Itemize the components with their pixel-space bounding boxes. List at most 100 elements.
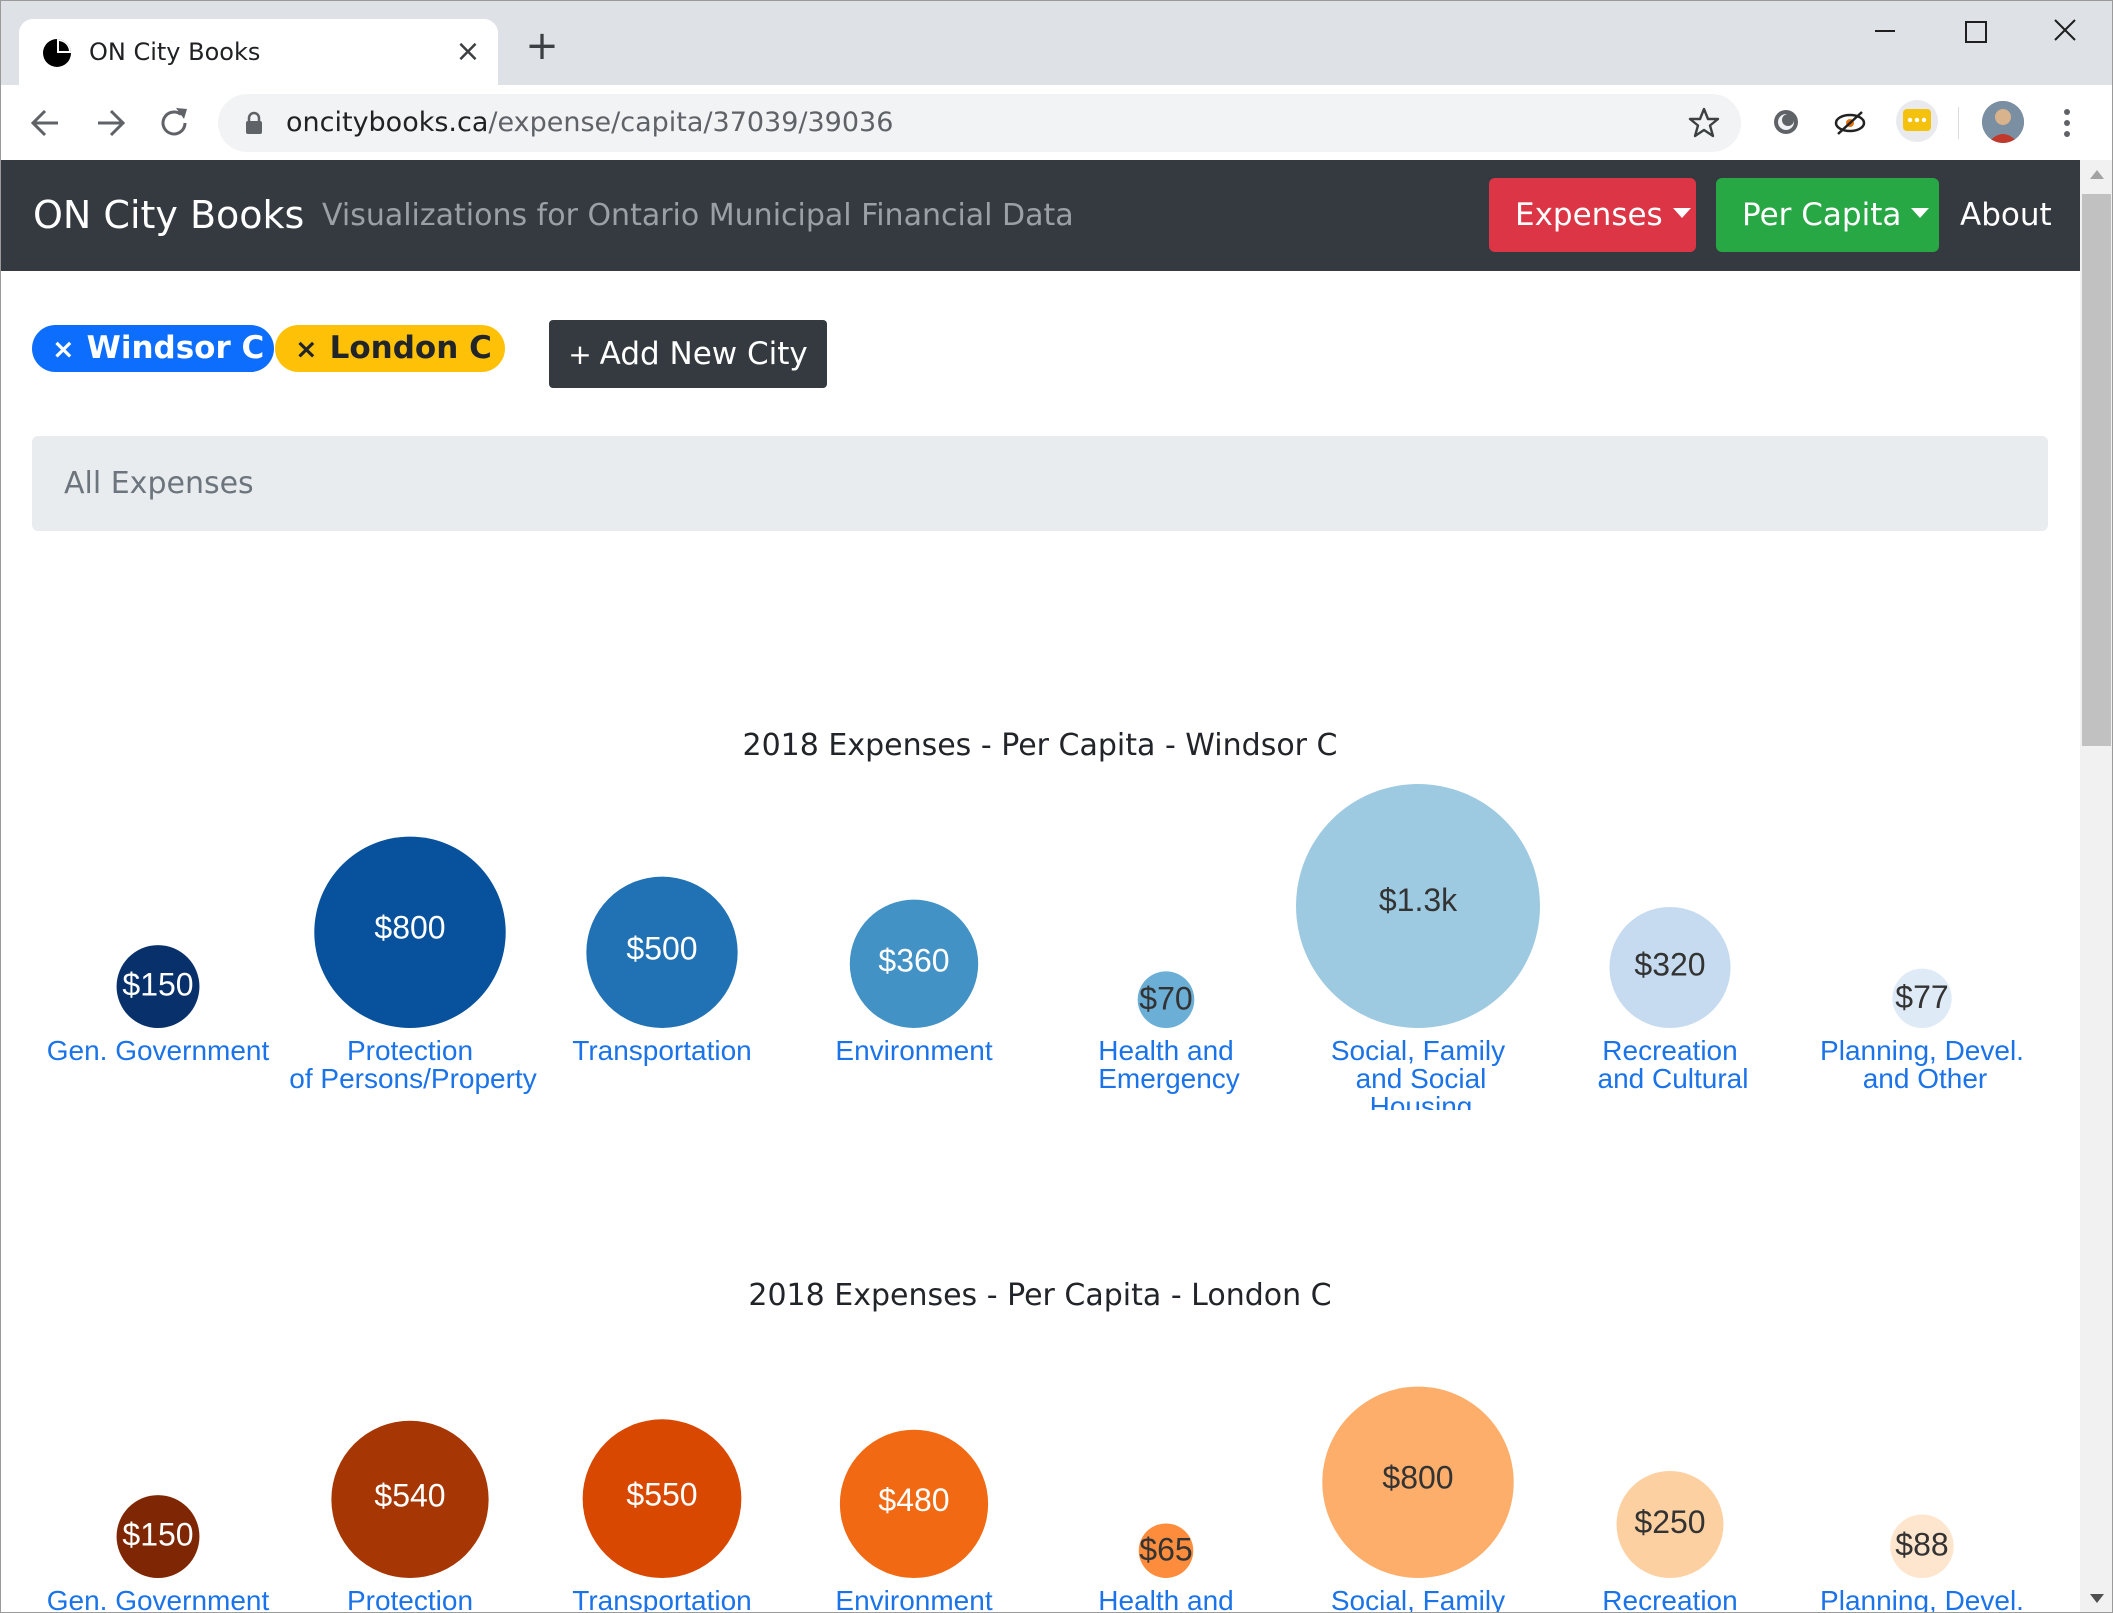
new-tab-button[interactable]: + [522,26,562,67]
browser-tabstrip: ON City Books × + [0,0,2113,85]
url-text: oncitybooks.ca/expense/capita/37039/3903… [286,107,894,138]
bubble-value-label: $150 [122,966,193,1002]
bubble-value-label: $800 [1382,1460,1453,1496]
per-capita-dropdown[interactable]: Per Capita [1716,178,1939,252]
add-new-city-label: Add New City [599,336,808,372]
vertical-scrollbar[interactable] [2080,160,2113,1613]
category-label[interactable]: Gen. Government [47,1585,270,1613]
remove-city-icon[interactable]: × [52,334,75,365]
category-label[interactable]: Social, Familyand SocialHousing [1331,1035,1505,1110]
category-label-line: Health and [1098,1035,1233,1066]
category-label-line: Transportation [572,1585,752,1613]
close-tab-icon[interactable]: × [452,36,484,68]
bubble-value-label: $360 [878,943,949,979]
profile-avatar-image [1982,101,2024,143]
bubble-value-label: $150 [122,1516,193,1552]
category-label-line: Recreation [1602,1035,1737,1066]
category-label[interactable]: Recreationand Cultural [1598,1035,1749,1094]
category-label[interactable]: Environment [835,1585,992,1613]
site-navbar: ON City Books Visualizations for Ontario… [0,160,2080,271]
forward-arrow-icon[interactable] [90,103,130,143]
per-capita-dropdown-label: Per Capita [1742,197,1902,233]
toolbar-divider [1958,107,1959,139]
category-label-line: Health and [1098,1585,1233,1613]
extension-chat-icon[interactable] [1895,99,1939,143]
category-label[interactable]: Environment [835,1035,992,1066]
category-label-line: Social, Family [1331,1585,1505,1613]
close-window-button[interactable] [2035,8,2095,52]
about-link[interactable]: About [1960,160,2052,271]
category-label-line: Environment [835,1585,992,1613]
category-label[interactable]: Social, Familyand SocialHousing [1331,1585,1505,1613]
bubble-value-label: $550 [626,1477,697,1513]
category-label[interactable]: Health andEmergency [1098,1585,1240,1613]
tab-title: ON City Books [89,38,261,66]
category-label-line: Planning, Devel. [1820,1035,2024,1066]
bubble-value-label: $800 [374,910,445,946]
category-label-line: and Social [1356,1063,1487,1094]
category-label[interactable]: Protectionof Persons/Property [289,1585,536,1613]
scroll-thumb[interactable] [2082,194,2111,746]
category-label[interactable]: Planning, Devel.and Other [1820,1585,2024,1613]
bubble-chart-london: 2018 Expenses - Per Capita - London C $15… [47,1278,2024,1613]
category-label-line: Protection [347,1585,473,1613]
extension-eye-icon[interactable] [1832,104,1868,140]
add-new-city-button[interactable]: + Add New City [549,320,827,388]
bubble-value-label: $500 [626,931,697,967]
category-label[interactable]: Health andEmergency [1098,1035,1240,1094]
address-bar[interactable]: oncitybooks.ca/expense/capita/37039/3903… [218,94,1741,152]
category-label-line: and Cultural [1598,1063,1749,1094]
remove-city-icon[interactable]: × [295,334,318,365]
category-label[interactable]: Transportation [572,1035,752,1066]
city-chip-windsor[interactable]: × Windsor C [32,325,274,372]
city-chip-london[interactable]: × London C [275,325,505,372]
bubble-value-label: $480 [878,1482,949,1518]
caret-down-icon [1672,207,1691,218]
category-label[interactable]: Planning, Devel.and Other [1820,1035,2024,1094]
category-label-line: Planning, Devel. [1820,1585,2024,1613]
chart-title: 2018 Expenses - Per Capita - Windsor C [742,728,1337,763]
category-label-line: Protection [347,1035,473,1066]
maximize-button[interactable] [1945,8,2005,52]
category-label[interactable]: Protectionof Persons/Property [289,1035,536,1094]
caret-down-icon [1911,207,1930,218]
bubble-value-label: $88 [1895,1527,1948,1563]
reload-icon[interactable] [154,103,194,143]
bubble-value-label: $70 [1139,980,1192,1016]
brand-link[interactable]: ON City Books [33,160,304,271]
extension-circle-icon[interactable] [1768,104,1804,140]
more-options-icon[interactable] [2055,103,2079,143]
profile-avatar[interactable] [1982,101,2024,143]
scroll-down-arrow-icon[interactable] [2090,1594,2104,1603]
category-label-line: Emergency [1098,1063,1240,1094]
bubble-value-label: $540 [374,1477,445,1513]
browser-tab[interactable]: ON City Books × [19,19,498,85]
bubble-value-label: $65 [1139,1531,1192,1567]
bubble-value-label: $250 [1634,1504,1705,1540]
filter-label: All Expenses [64,466,254,501]
category-label[interactable]: Gen. Government [47,1035,270,1066]
bookmark-star-icon[interactable] [1687,106,1721,140]
maximize-icon [1965,21,1987,43]
pie-chart-icon [43,39,71,67]
category-label-line: Gen. Government [47,1035,270,1066]
category-label-line: of Persons/Property [289,1063,536,1094]
browser-toolbar: oncitybooks.ca/expense/capita/37039/3903… [0,85,2113,161]
city-chip-label: Windsor C [86,330,265,366]
bubble-value-label: $320 [1634,946,1705,982]
bubble-chart-windsor: 2018 Expenses - Per Capita - Windsor C $1… [47,728,2024,1110]
category-label-line: Gen. Government [47,1585,270,1613]
close-icon [2054,19,2076,41]
category-label[interactable]: Recreationand Cultural [1598,1585,1749,1613]
page-viewport: ON City Books Visualizations for Ontario… [0,160,2080,1613]
expense-filter-bar[interactable]: All Expenses [32,436,2048,531]
scroll-up-arrow-icon[interactable] [2090,170,2104,179]
plus-icon: + [568,338,592,371]
minimize-button[interactable] [1855,8,1915,52]
back-arrow-icon[interactable] [26,103,66,143]
minimize-icon [1875,30,1895,32]
category-label[interactable]: Transportation [572,1585,752,1613]
expenses-dropdown[interactable]: Expenses [1489,178,1696,252]
expenses-dropdown-label: Expenses [1515,197,1663,233]
category-label-line: Social, Family [1331,1035,1505,1066]
